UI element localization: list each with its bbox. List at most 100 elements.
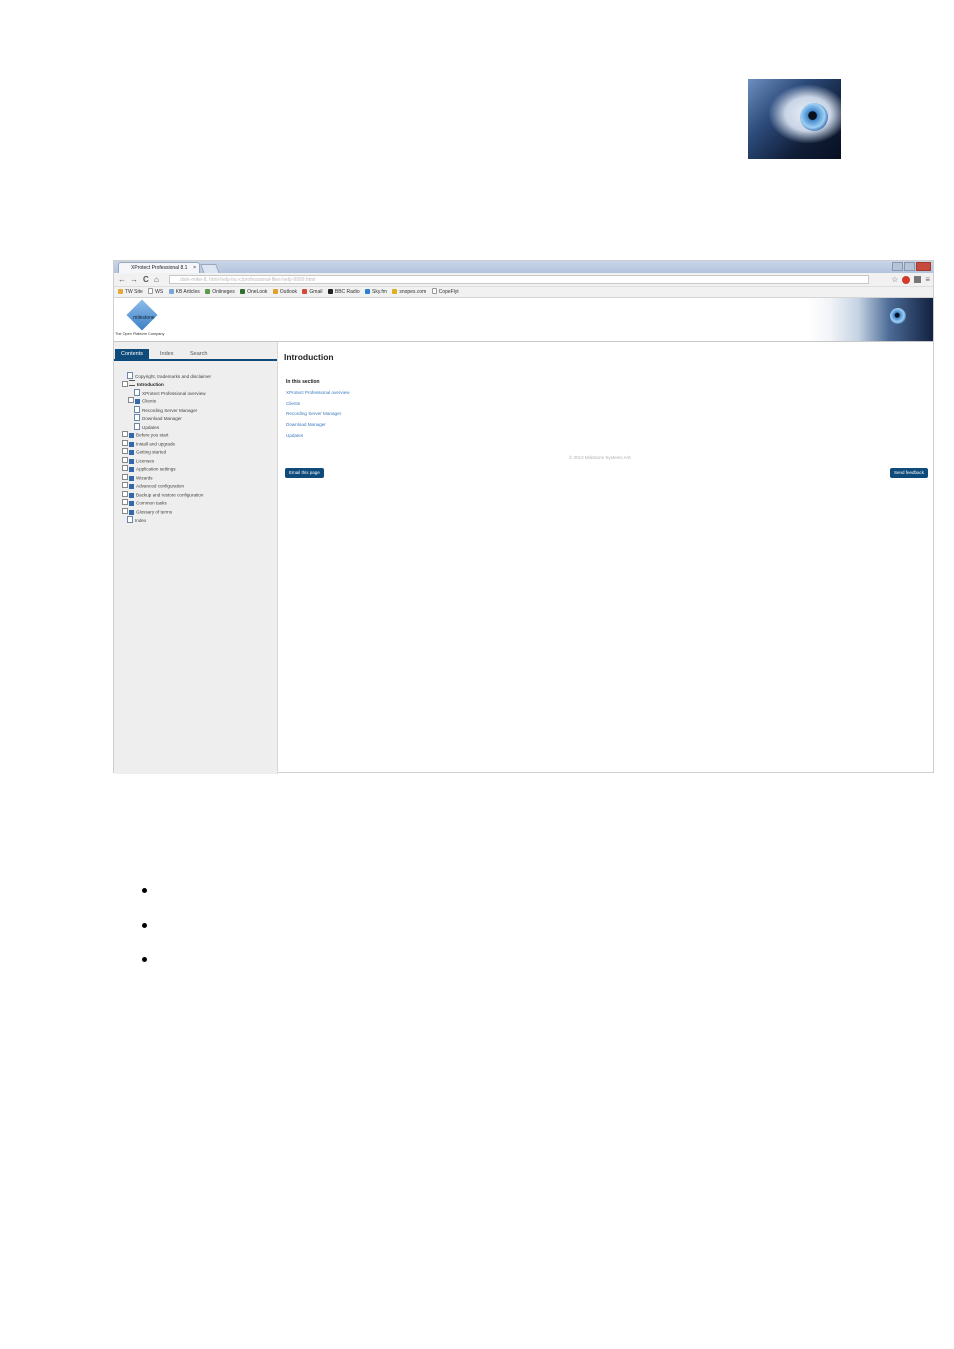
page-icon [134, 423, 140, 430]
send-feedback-button[interactable]: Send feedback [889, 468, 928, 478]
expand-icon[interactable] [122, 431, 128, 437]
toc-item[interactable]: Install and upgrade [122, 440, 175, 448]
logo-text: milestone [133, 315, 155, 321]
section-link[interactable]: Download Manager [286, 422, 326, 427]
minimize-icon[interactable] [892, 262, 903, 271]
toc-item[interactable]: Clients [128, 397, 156, 405]
bookmark-item[interactable]: CopeFlyt [431, 287, 459, 297]
page-icon [431, 288, 437, 294]
email-page-button[interactable]: Email this page [285, 468, 324, 478]
extension-icon[interactable] [914, 276, 922, 283]
book-icon [129, 483, 134, 489]
browser-tab[interactable]: XProtect Professional 8.1 × [118, 262, 200, 273]
bookmark-item[interactable]: Sky.fm [365, 287, 387, 297]
bullet-marker [142, 957, 147, 962]
tab-search[interactable]: Search [190, 349, 207, 359]
page-icon [134, 389, 140, 396]
collapse-icon[interactable] [122, 380, 128, 387]
logo-tagline: The Open Platform Company [115, 332, 165, 336]
tab-title: XProtect Professional 8.1 [131, 265, 188, 271]
tab-contents[interactable]: Contents [115, 349, 150, 359]
expand-icon[interactable] [122, 474, 128, 480]
bookmark-star-icon[interactable]: ☆ [891, 274, 898, 285]
toc-item[interactable]: XProtect Professional overview [134, 389, 206, 397]
expand-icon[interactable] [122, 499, 128, 505]
toc-item[interactable]: Recording Server Manager [134, 406, 197, 414]
section-link[interactable]: Clients [286, 401, 300, 406]
close-window-icon[interactable] [916, 262, 931, 271]
bookmark-item[interactable]: Gmail [302, 287, 322, 297]
bookmark-item[interactable]: KB Articles [168, 287, 200, 297]
bookmark-item[interactable]: Onlineges [205, 287, 235, 297]
toc-item[interactable]: Index [127, 516, 146, 524]
address-bar[interactable]: dark-mike-8, html-help-lxc-c/professiona… [169, 275, 869, 284]
toc-item[interactable]: Glossary of terms [122, 508, 172, 516]
tab-close-icon[interactable]: × [193, 263, 196, 273]
open-book-icon [129, 380, 135, 386]
toc-item[interactable]: Copyright, trademarks and disclaimer [127, 372, 211, 380]
forward-icon[interactable]: → [130, 273, 138, 286]
expand-icon[interactable] [122, 491, 128, 497]
home-icon[interactable]: ⌂ [154, 273, 159, 286]
book-icon [135, 398, 140, 404]
toc-item[interactable]: Application settings [122, 465, 176, 473]
gmail-icon [302, 289, 308, 294]
help-content: Introduction In this section XProtect Pr… [284, 342, 929, 774]
snopes-icon [392, 289, 398, 294]
book-icon [129, 458, 134, 464]
bullet-marker [142, 923, 147, 928]
bookmark-item[interactable]: BBC Radio [327, 287, 360, 297]
menu-icon[interactable]: ≡ [925, 274, 930, 285]
section-link[interactable]: Recording Server Manager [286, 411, 341, 416]
toc-item[interactable]: Wizards [122, 474, 153, 482]
reload-icon[interactable]: C [143, 273, 149, 286]
bookmark-item[interactable]: snopes.com [392, 287, 426, 297]
expand-icon[interactable] [122, 448, 128, 454]
help-browser-screenshot: XProtect Professional 8.1 × ← → C ⌂ dark… [113, 260, 934, 774]
book-icon [129, 500, 134, 506]
browser-tab-bar: XProtect Professional 8.1 × [114, 261, 933, 274]
bookmark-item[interactable]: Outlook [272, 287, 297, 297]
bookmark-item[interactable]: TW Site [118, 287, 143, 297]
folder-icon [118, 289, 123, 294]
toc-item[interactable]: Advanced configuration [122, 482, 184, 490]
page-icon [127, 372, 133, 379]
skyfm-icon [365, 289, 370, 294]
toc-item[interactable]: Before you start [122, 431, 168, 439]
page-icon [127, 516, 133, 523]
expand-icon[interactable] [122, 440, 128, 446]
browser-toolbar: ← → C ⌂ dark-mike-8, html-help-lxc-c/pro… [114, 273, 933, 287]
bookmark-icon [205, 289, 211, 294]
toc-item[interactable]: Common tasks [122, 499, 167, 507]
sidebar-tabs: Contents Index Search [114, 349, 277, 361]
section-link[interactable]: XProtect Professional overview [286, 390, 350, 395]
book-icon [129, 466, 134, 472]
copyright: © 2013 Milestone Systems A/S [569, 455, 631, 460]
help-header: milestone The Open Platform Company [114, 298, 933, 342]
maximize-icon[interactable] [904, 262, 915, 271]
section-link[interactable]: Updates [286, 433, 303, 438]
page-icon [148, 288, 154, 294]
bookmark-item[interactable]: OneLook [240, 287, 267, 297]
bookmark-item[interactable]: WS [148, 287, 163, 297]
header-wolf-image [808, 298, 933, 341]
tab-index[interactable]: Index [160, 349, 173, 359]
toolbar-right: ☆ ≡ [891, 274, 930, 285]
toc-item[interactable]: Getting started [122, 448, 166, 456]
page-icon [134, 406, 140, 413]
toc-item[interactable]: Introduction [122, 380, 164, 388]
toc-item[interactable]: Updates [134, 423, 159, 431]
expand-icon[interactable] [122, 508, 128, 514]
expand-icon[interactable] [128, 397, 134, 403]
expand-icon[interactable] [122, 482, 128, 488]
book-icon [129, 492, 134, 498]
toc-item[interactable]: Download Manager [134, 414, 182, 422]
section-heading: In this section [286, 379, 320, 385]
back-icon[interactable]: ← [118, 273, 126, 286]
extension-icon[interactable] [902, 276, 911, 284]
toc-item[interactable]: Backup and restore configuration [122, 491, 203, 499]
toc-item[interactable]: Licenses [122, 457, 154, 465]
window-controls [892, 262, 931, 271]
expand-icon[interactable] [122, 457, 128, 463]
expand-icon[interactable] [122, 465, 128, 471]
